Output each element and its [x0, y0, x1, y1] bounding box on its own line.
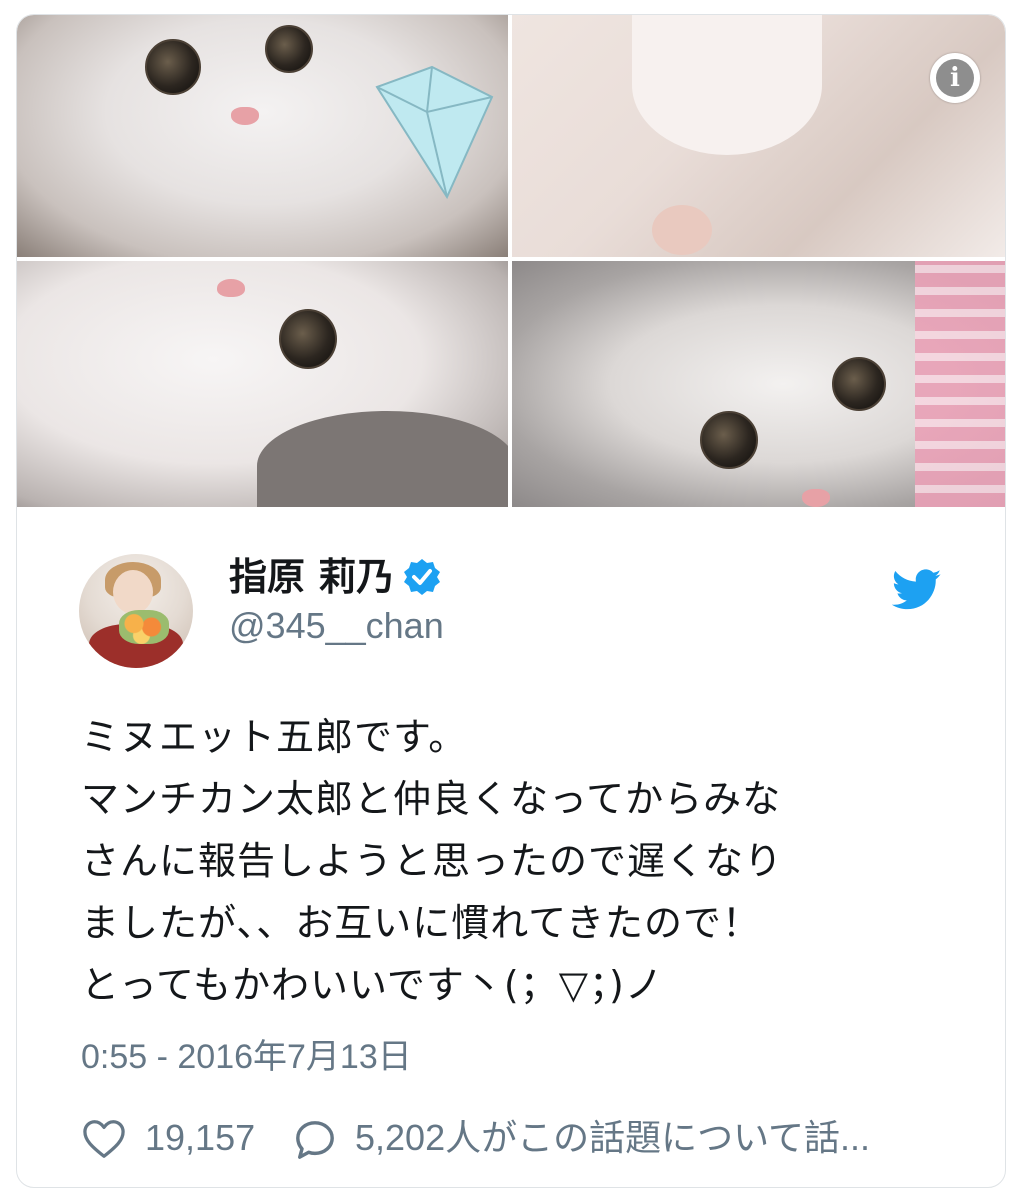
tweet-line: とってもかわいいです丶(；▽；)ノ — [81, 963, 664, 1007]
cat-photo-3[interactable] — [17, 261, 508, 507]
tweet-card[interactable]: i 指原 莉乃 @345__chan ミヌエット五郎です。 マンチカン太郎と仲良… — [16, 14, 1006, 1188]
display-name[interactable]: 指原 莉乃 — [229, 555, 394, 599]
info-icon[interactable]: i — [930, 53, 980, 103]
avatar[interactable] — [79, 554, 193, 668]
tweet-header: 指原 莉乃 @345__chan — [17, 507, 1005, 707]
pink-basket — [915, 261, 1005, 507]
bowl — [652, 205, 712, 255]
tweet-text: ミヌエット五郎です。 マンチカン太郎と仲良くなってからみな さんに報告しようと思… — [81, 706, 961, 1016]
tweet-line: さんに報告しようと思ったので遅くなり — [81, 839, 784, 883]
author-name-row[interactable]: 指原 莉乃 — [229, 551, 442, 603]
cat-nose — [217, 279, 245, 297]
twitter-bird-icon[interactable] — [892, 569, 942, 611]
cat-photo-4[interactable] — [512, 261, 1005, 507]
cat-photo-1[interactable] — [17, 15, 508, 257]
cat-eye — [700, 411, 758, 469]
diamond-sticker-icon — [375, 65, 494, 200]
cat-nose — [802, 489, 830, 507]
author-handle[interactable]: @345__chan — [229, 604, 444, 648]
tweet-line: マンチカン太郎と仲良くなってからみな — [81, 777, 782, 821]
cat-photo-2[interactable] — [512, 15, 1005, 257]
cat-eye — [832, 357, 886, 411]
cat-body — [632, 15, 822, 155]
speech-bubble-icon — [296, 1121, 334, 1159]
cat-fur — [257, 411, 508, 507]
cat-eye — [145, 39, 201, 95]
cat-eye — [279, 309, 337, 369]
tweet-timestamp[interactable]: 0:55 - 2016年7月13日 — [81, 1035, 412, 1079]
verified-badge-icon — [404, 558, 441, 595]
tweet-line: ましたが、、お互いに慣れてきたので！ — [81, 901, 761, 945]
tweet-actions: 19,157 5,202人がこの話題について話... — [81, 1113, 981, 1163]
photo-grid: i — [17, 15, 1005, 507]
like-count: 19,157 — [145, 1117, 256, 1158]
heart-icon — [83, 1120, 125, 1158]
tweet-line: ミヌエット五郎です。 — [81, 715, 468, 759]
reply-summary: 5,202人がこの話題について話... — [355, 1117, 871, 1158]
cat-eye — [265, 25, 313, 73]
cat-nose — [231, 107, 259, 125]
